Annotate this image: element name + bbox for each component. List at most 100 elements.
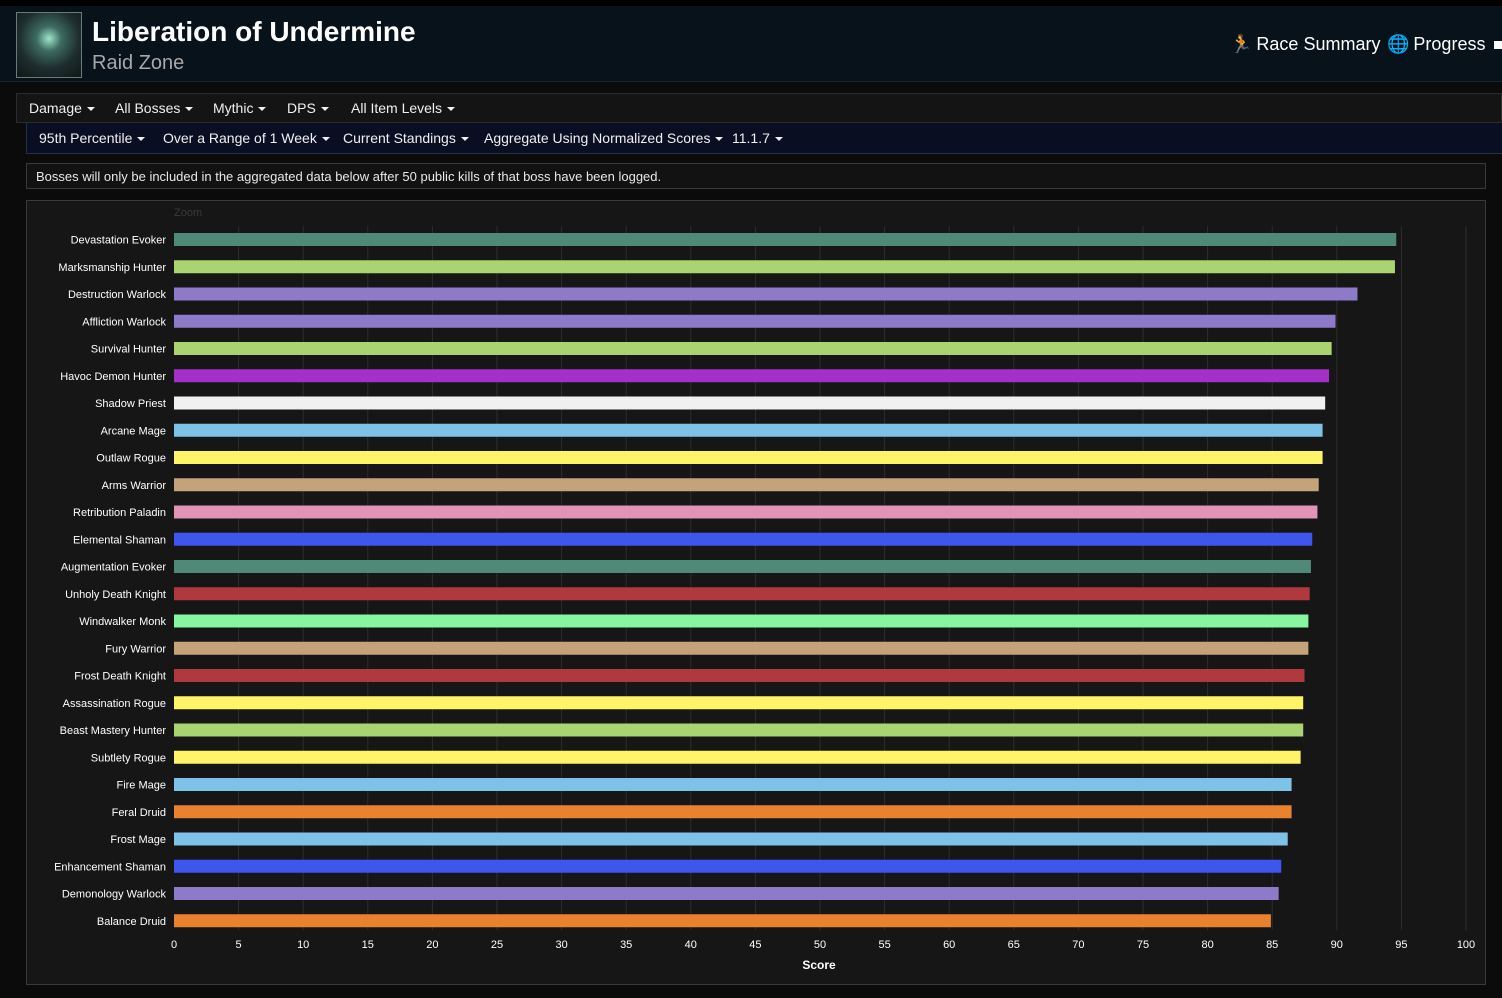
caret-down-icon <box>320 107 329 112</box>
caret-down-icon <box>185 107 194 112</box>
globe-icon: 🌐 <box>1387 34 1410 54</box>
caret-down-icon <box>715 137 724 142</box>
bar[interactable] <box>174 614 1309 628</box>
x-tick-label: 95 <box>1395 939 1407 951</box>
caret-down-icon <box>86 107 95 112</box>
category-label: Demonology Warlock <box>62 889 167 901</box>
bar[interactable] <box>174 532 1313 546</box>
bar[interactable] <box>174 587 1310 601</box>
race-summary-label: Race Summary <box>1256 34 1381 54</box>
bar[interactable] <box>174 723 1304 737</box>
filter-bar-primary: Damage All Bosses Mythic DPS All Item Le… <box>16 93 1502 123</box>
menu-icon[interactable] <box>1494 41 1502 49</box>
filter-bar-secondary: 95th Percentile Over a Range of 1 Week C… <box>26 123 1502 154</box>
filter-itemlevel-dropdown[interactable]: All Item Levels <box>351 100 456 116</box>
category-label: Retribution Paladin <box>73 507 166 519</box>
x-tick-label: 55 <box>878 939 890 951</box>
filter-role-dropdown[interactable]: DPS <box>287 100 329 116</box>
bar[interactable] <box>174 669 1305 682</box>
caret-down-icon <box>258 107 267 112</box>
category-label: Shadow Priest <box>95 398 166 410</box>
bar[interactable] <box>174 859 1282 873</box>
category-label: Havoc Demon Hunter <box>60 371 166 383</box>
score-bar-chart: Zoom Devastation Evoker Marksmanship Hunt… <box>54 207 1475 972</box>
x-tick-label: 15 <box>362 939 374 951</box>
category-label: Feral Druid <box>112 807 166 819</box>
bar[interactable] <box>174 233 1397 246</box>
zone-icon <box>16 12 82 78</box>
filter-percentile-label: 95th Percentile <box>39 130 133 146</box>
bar[interactable] <box>174 832 1288 846</box>
filter-aggregate-label: Aggregate Using Normalized Scores <box>484 130 711 146</box>
category-label: Fire Mage <box>116 780 166 792</box>
filter-role-label: DPS <box>287 100 316 116</box>
x-tick-label: 35 <box>620 939 632 951</box>
filter-boss-dropdown[interactable]: All Bosses <box>115 100 194 116</box>
bar[interactable] <box>174 696 1304 710</box>
category-label: Augmentation Evoker <box>61 562 167 574</box>
caret-down-icon <box>460 137 469 142</box>
filter-percentile-dropdown[interactable]: 95th Percentile <box>39 130 146 146</box>
x-tick-label: 10 <box>297 939 309 951</box>
filter-timerange-dropdown[interactable]: Over a Range of 1 Week <box>163 130 330 146</box>
category-label: Enhancement Shaman <box>54 861 166 873</box>
bar[interactable] <box>174 560 1311 573</box>
filter-standings-label: Current Standings <box>343 130 456 146</box>
caret-down-icon <box>137 137 146 142</box>
x-tick-label: 60 <box>943 939 955 951</box>
race-summary-link[interactable]: 🏃 Race Summary <box>1230 34 1380 55</box>
category-label: Unholy Death Knight <box>65 589 166 601</box>
bar[interactable] <box>174 641 1309 655</box>
x-tick-label: 90 <box>1331 939 1343 951</box>
bar[interactable] <box>174 396 1326 410</box>
category-label: Devastation Evoker <box>71 235 167 247</box>
category-label: Destruction Warlock <box>68 289 167 301</box>
category-label: Balance Druid <box>97 916 166 928</box>
bar[interactable] <box>174 887 1279 900</box>
bar[interactable] <box>174 778 1292 791</box>
x-tick-label: 85 <box>1266 939 1278 951</box>
bar[interactable] <box>174 260 1395 274</box>
filter-patch-label: 11.1.7 <box>732 130 770 146</box>
zoom-label[interactable]: Zoom <box>174 207 202 219</box>
filter-aggregate-dropdown[interactable]: Aggregate Using Normalized Scores <box>484 130 724 146</box>
x-tick-label: 20 <box>426 939 438 951</box>
category-label: Windwalker Monk <box>79 616 166 628</box>
filter-metric-dropdown[interactable]: Damage <box>29 100 95 116</box>
bar[interactable] <box>174 314 1336 328</box>
category-label: Frost Death Knight <box>74 671 166 683</box>
filter-itemlevel-label: All Item Levels <box>351 100 443 116</box>
category-label: Outlaw Rogue <box>96 453 166 465</box>
category-label: Assassination Rogue <box>63 698 166 710</box>
bar[interactable] <box>174 478 1319 492</box>
x-tick-label: 50 <box>814 939 826 951</box>
bar[interactable] <box>174 342 1332 355</box>
category-label: Elemental Shaman <box>73 534 166 546</box>
x-tick-label: 30 <box>555 939 567 951</box>
x-tick-label: 5 <box>236 939 242 951</box>
progress-link[interactable]: 🌐 Progress <box>1387 34 1485 55</box>
x-tick-label: 25 <box>491 939 503 951</box>
category-label: Affliction Warlock <box>82 316 166 328</box>
runner-icon: 🏃 <box>1230 34 1253 54</box>
category-label: Fury Warrior <box>105 643 166 655</box>
progress-label: Progress <box>1413 34 1486 54</box>
page-subtitle: Raid Zone <box>92 52 185 74</box>
bar[interactable] <box>174 750 1301 764</box>
chart-panel: Zoom Devastation Evoker Marksmanship Hunt… <box>26 200 1486 985</box>
caret-down-icon <box>774 137 783 142</box>
bar[interactable] <box>174 369 1330 383</box>
bar[interactable] <box>174 423 1323 437</box>
filter-standings-dropdown[interactable]: Current Standings <box>343 130 469 146</box>
filter-patch-dropdown[interactable]: 11.1.7 <box>732 130 783 146</box>
bar[interactable] <box>174 451 1323 464</box>
bar[interactable] <box>174 505 1318 519</box>
bar[interactable] <box>174 805 1292 819</box>
filter-difficulty-dropdown[interactable]: Mythic <box>213 100 267 116</box>
bar[interactable] <box>174 287 1358 301</box>
x-axis-title: Score <box>802 958 836 972</box>
bar[interactable] <box>174 914 1271 928</box>
category-label: Frost Mage <box>110 834 166 846</box>
filter-difficulty-label: Mythic <box>213 100 254 116</box>
category-label: Arms Warrior <box>102 480 167 492</box>
